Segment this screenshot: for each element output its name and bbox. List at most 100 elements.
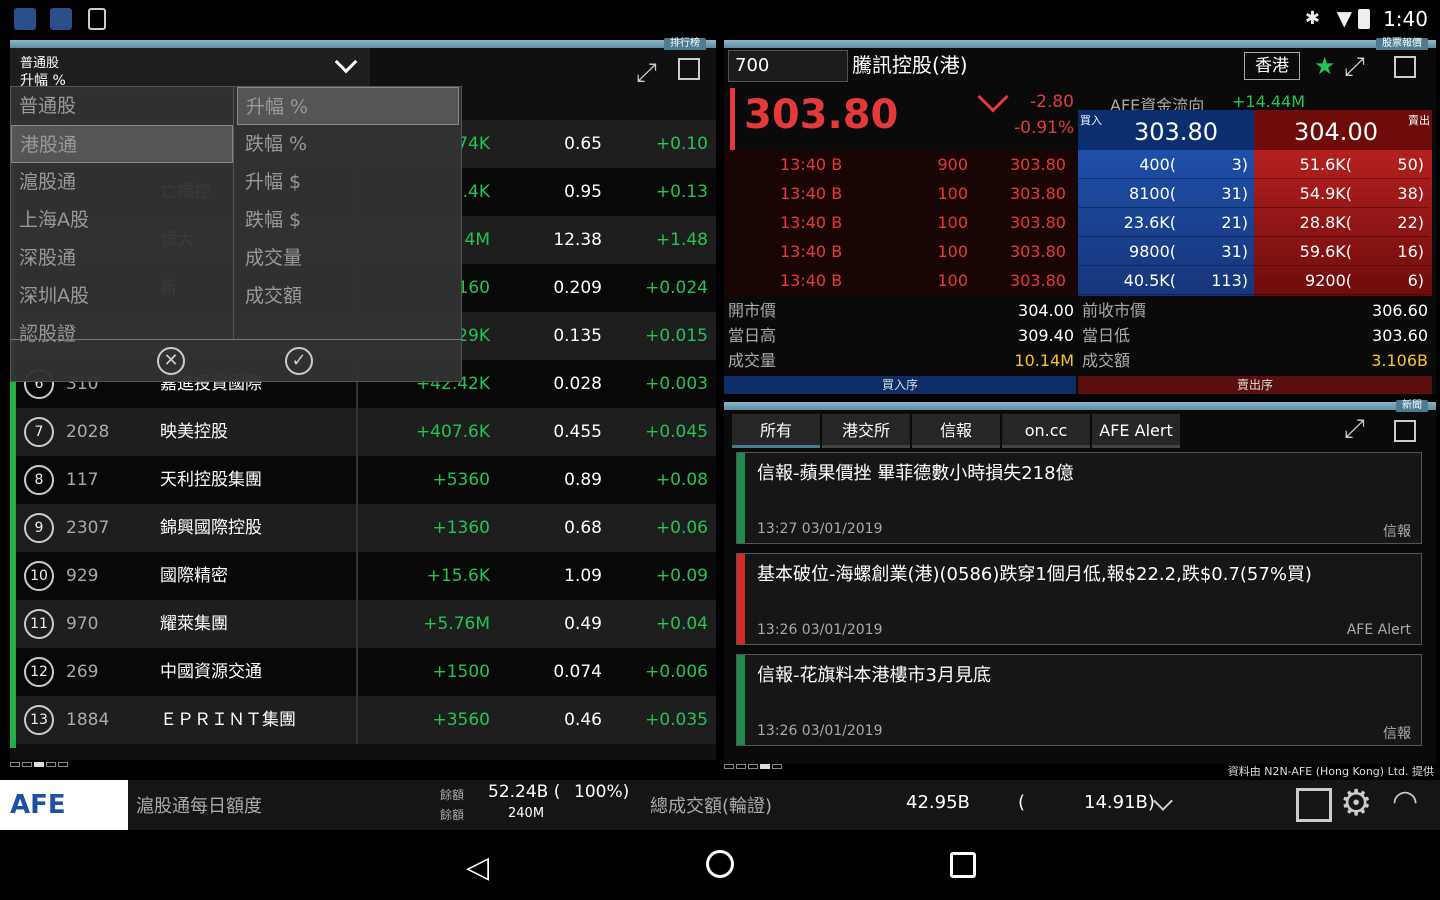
sort-option[interactable]: 升幅 $ <box>237 163 459 201</box>
market-option[interactable]: 上海A股 <box>11 201 233 239</box>
data-credit: 資料由 N2N-AFE (Hong Kong) Ltd. 提供 <box>1227 765 1434 778</box>
flow-value: +14.44M <box>1232 92 1306 111</box>
back-icon[interactable]: ◁ <box>466 850 489 885</box>
quota-label: 滬股通每日額度 <box>136 796 262 817</box>
layout-icon[interactable] <box>1394 420 1416 442</box>
queue-count: 16) <box>1397 242 1424 261</box>
trade-qty: 900 <box>937 155 968 174</box>
price-change: +0.10 <box>655 134 708 154</box>
table-row[interactable]: 8 117 天利控股集團 +5360 0.89 +0.08 <box>10 456 716 504</box>
expand-icon[interactable]: ⤢ <box>1344 414 1365 445</box>
stock-code: 269 <box>66 662 99 682</box>
stock-code-input[interactable]: 700 <box>728 50 848 82</box>
recents-icon[interactable] <box>950 852 976 878</box>
confirm-icon[interactable]: ✓ <box>285 347 313 375</box>
stat-value: 309.40 <box>1018 326 1074 345</box>
bid-row: 8100(31) <box>1078 179 1254 208</box>
used-value: 240M <box>508 806 545 821</box>
page-dots <box>724 754 814 769</box>
trade-qty: 100 <box>937 213 968 232</box>
news-source: AFE Alert <box>1346 622 1411 638</box>
filter-selector[interactable]: 普通股 升幅 % <box>10 48 370 90</box>
news-tab[interactable]: 所有 <box>732 414 820 448</box>
price-indicator <box>730 88 735 150</box>
layout-icon[interactable] <box>1296 788 1332 822</box>
layout-icon[interactable] <box>678 58 700 80</box>
ask-row: 59.6K(16) <box>1254 237 1430 266</box>
table-row[interactable]: 11 970 耀萊集團 +5.76M 0.49 +0.04 <box>10 600 716 648</box>
stock-name: 耀萊集團 <box>160 614 228 634</box>
market-button[interactable]: 香港 <box>1244 52 1300 80</box>
table-row[interactable]: 7 2028 映美控股 +407.6K 0.455 +0.045 <box>10 408 716 456</box>
panel-tag: 排行榜 <box>664 38 706 50</box>
market-option[interactable]: 滬股通 <box>11 163 233 201</box>
ask-row: 51.6K(50) <box>1254 150 1430 179</box>
trade-log: 13:40 B 900 303.80 13:40 B 100 303.80 13:40 B1… <box>724 150 1078 296</box>
buy-queue-button[interactable]: 買入序 <box>724 376 1076 394</box>
sort-option[interactable]: 升幅 % <box>237 87 459 125</box>
last-price: 0.46 <box>564 710 602 730</box>
table-row[interactable]: 12 269 中國資源交通 +1500 0.074 +0.006 <box>10 648 716 696</box>
volume-change: +1500 <box>432 662 490 682</box>
bid-box: 買入 303.80 <box>1078 110 1254 150</box>
gear-icon[interactable]: ⚙ <box>1340 782 1372 826</box>
price-change: +0.015 <box>645 326 708 346</box>
last-price: 0.68 <box>564 518 602 538</box>
layout-icon[interactable] <box>1394 56 1416 78</box>
queue-count: 38) <box>1397 184 1424 203</box>
news-time: 13:26 03/01/2019 <box>757 723 883 739</box>
stats-row: 開市價 304.00 前收市價 306.60 <box>724 298 1432 323</box>
market-option[interactable]: 普通股 <box>11 87 233 125</box>
table-row[interactable]: 10 929 國際精密 +15.6K 1.09 +0.09 <box>10 552 716 600</box>
stat-label: 當日高 <box>728 326 777 345</box>
ask-row: 54.9K(38) <box>1254 179 1430 208</box>
volume-change: +3560 <box>432 710 490 730</box>
stat-value: 304.00 <box>1018 301 1074 320</box>
trade-time: 13:40 B <box>780 213 843 232</box>
news-tab[interactable]: 港交所 <box>822 414 910 448</box>
home-icon[interactable] <box>706 850 734 878</box>
market-option[interactable]: 深圳A股 <box>11 277 233 315</box>
trade-row: 13:40 B 100 303.80 <box>724 208 1078 237</box>
trade-row: 13:40 B 100 303.80 <box>724 179 1078 208</box>
news-tabs: 所有 港交所 信報 on.cc AFE Alert <box>732 414 1192 448</box>
sell-queue-button[interactable]: 賣出序 <box>1078 376 1432 394</box>
news-card[interactable]: 信報-蘋果價挫 畢菲德數小時損失218億 13:27 03/01/2019 信報 <box>736 452 1422 544</box>
price-change: +0.09 <box>655 566 708 586</box>
sort-option[interactable]: 跌幅 $ <box>237 201 459 239</box>
chevron-down-icon[interactable] <box>1153 791 1173 811</box>
trade-price: 303.80 <box>1010 271 1066 290</box>
quote-panel: 股票報價 700 騰訊控股(港) 香港 ★ ⤢ 303.80 -2.80 -0.… <box>724 38 1436 394</box>
news-card[interactable]: 基本破位-海螺創業(港)(0586)跌穿1個月低,報$22.2,跌$0.7(57… <box>736 553 1422 645</box>
expand-icon[interactable]: ⤢ <box>1344 52 1365 83</box>
table-row[interactable]: 9 2307 錦興國際控股 +1360 0.68 +0.06 <box>10 504 716 552</box>
star-icon[interactable]: ★ <box>1314 52 1336 80</box>
market-option[interactable]: 深股通 <box>11 239 233 277</box>
trade-row: 13:40 B 100 303.80 <box>724 266 1078 295</box>
sort-option[interactable]: 跌幅 % <box>237 125 459 163</box>
news-title: 基本破位-海螺創業(港)(0586)跌穿1個月低,報$22.2,跌$0.7(57… <box>757 564 1312 585</box>
queue-count: 31) <box>1221 242 1248 261</box>
rank-badge: 7 <box>24 417 54 447</box>
market-option[interactable]: 港股通 <box>11 125 233 163</box>
expand-icon[interactable]: ⤢ <box>636 58 657 89</box>
news-tab[interactable]: AFE Alert <box>1092 414 1180 448</box>
sort-option[interactable]: 成交量 <box>237 239 459 277</box>
rank-badge: 9 <box>24 513 54 543</box>
news-tab[interactable]: 信報 <box>912 414 1000 448</box>
sort-option[interactable]: 成交額 <box>237 277 459 315</box>
bid-queue: 400(3) 8100(31) 23.6K(21) 9800(31) 40.5K(113… <box>1078 150 1254 296</box>
ask-box: 賣出 304.00 <box>1254 110 1432 150</box>
price-change: +0.035 <box>645 710 708 730</box>
news-tab[interactable]: on.cc <box>1002 414 1090 448</box>
cancel-icon[interactable]: ✕ <box>157 347 185 375</box>
rank-badge: 10 <box>24 561 54 591</box>
news-time: 13:26 03/01/2019 <box>757 622 883 638</box>
queue-count: 50) <box>1397 155 1424 174</box>
trade-price: 303.80 <box>1010 155 1066 174</box>
price-change: +0.08 <box>655 470 708 490</box>
news-card[interactable]: 信報-花旗料本港樓市3月見底 13:26 03/01/2019 信報 <box>736 654 1422 746</box>
table-row[interactable]: 13 1884 ＥＰＲＩＮＴ集團 +3560 0.46 +0.035 <box>10 696 716 744</box>
market-option[interactable]: 認股證 <box>11 315 233 353</box>
last-price: 0.135 <box>553 326 602 346</box>
